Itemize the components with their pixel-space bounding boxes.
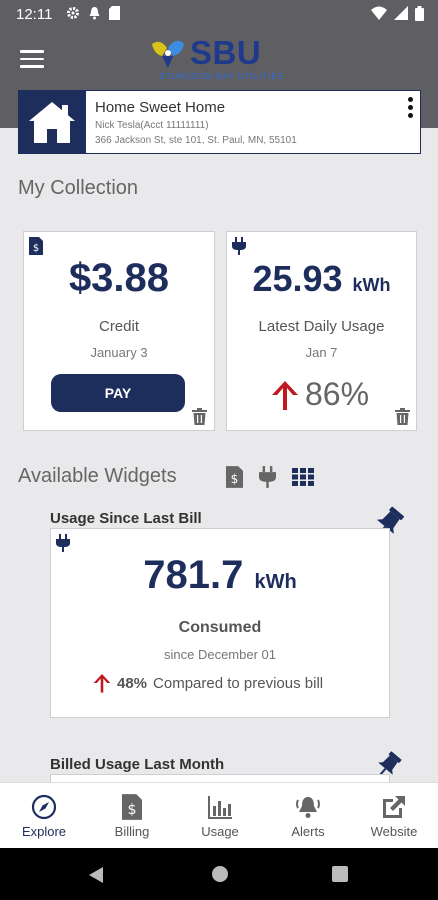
tab-billing-label: Billing: [114, 824, 150, 839]
compass-icon: [31, 794, 57, 820]
plug-icon: [232, 237, 246, 255]
home-icon: [29, 102, 75, 143]
grid-filter-icon[interactable]: [292, 468, 314, 486]
since-bill-unit: kWh: [254, 571, 297, 593]
svg-text:$: $: [127, 802, 136, 818]
settings-icon: [67, 7, 79, 19]
pay-button[interactable]: PAY: [51, 374, 185, 412]
trash-icon[interactable]: [192, 408, 207, 425]
bell-icon: [296, 797, 320, 818]
bottom-navigation: Explore $ Billing Usage Alerts Website: [0, 782, 438, 848]
tab-website[interactable]: Website: [350, 783, 438, 849]
tab-usage-label: Usage: [201, 824, 239, 839]
usage-date: Jan 7: [305, 345, 338, 360]
since-bill-since: since December 01: [164, 647, 276, 662]
trash-icon[interactable]: [395, 408, 410, 425]
plug-icon: [56, 534, 70, 552]
bill-icon: $: [122, 794, 142, 820]
svg-text:$: $: [33, 243, 39, 254]
svg-text:$: $: [231, 472, 239, 486]
tab-explore-label: Explore: [21, 824, 67, 839]
since-bill-label: Consumed: [178, 619, 262, 636]
battery-icon: [415, 6, 424, 21]
credit-amount: $3.88: [68, 256, 170, 300]
daily-usage-widget[interactable]: 25.93 kWh Latest Daily Usage Jan 7 86%: [226, 231, 417, 431]
signal-icon: [394, 6, 408, 20]
status-right-icons: [371, 6, 424, 21]
status-left-icons: [66, 6, 120, 20]
credit-widget[interactable]: $ $3.88 Credit January 3 PAY: [23, 231, 215, 431]
widget-filter-bar: $: [226, 466, 314, 488]
last-month-title: Billed Usage Last Month: [50, 756, 225, 773]
account-address: 366 Jackson St, ste 101, St. Paul, MN, 5…: [95, 135, 297, 146]
since-bill-widget[interactable]: 781.7 kWh Consumed since December 01 48%…: [50, 528, 390, 718]
status-time: 12:11: [16, 6, 53, 23]
sbu-logo: SBU STURGEON BAY UTILITIES: [150, 34, 290, 84]
since-bill-compare: 48% Compared to previous bill: [93, 673, 323, 693]
bar-chart-icon: [208, 796, 232, 819]
usage-unit: kWh: [352, 275, 391, 295]
since-bill-compare-pct: 48%: [117, 674, 148, 692]
recents-icon[interactable]: [332, 866, 348, 882]
collection-title: My Collection: [18, 177, 139, 199]
usage-filter-icon[interactable]: [259, 466, 276, 488]
tab-usage[interactable]: Usage: [176, 783, 264, 849]
account-name: Home Sweet Home: [95, 99, 226, 116]
home-nav-icon[interactable]: [211, 865, 229, 883]
since-bill-title: Usage Since Last Bill: [50, 510, 202, 527]
logo-subtitle: STURGEON BAY UTILITIES: [159, 72, 284, 81]
tab-alerts[interactable]: Alerts: [264, 783, 352, 849]
bill-icon: $: [29, 237, 43, 255]
usage-change: 86%: [271, 376, 369, 413]
tab-alerts-label: Alerts: [291, 824, 325, 839]
status-bar: 12:11: [0, 0, 438, 28]
menu-icon[interactable]: [20, 50, 44, 68]
notification-bell-icon: [89, 7, 100, 20]
credit-date: January 3: [90, 345, 148, 360]
logo-text: SBU: [190, 34, 262, 71]
tab-explore[interactable]: Explore: [0, 783, 88, 849]
logo-mark-icon: [152, 40, 184, 68]
usage-value: 25.93: [252, 258, 343, 299]
tab-website-label: Website: [370, 824, 418, 839]
since-bill-compare-text: Compared to previous bill: [153, 674, 324, 692]
system-navigation-bar: [0, 848, 438, 900]
sd-card-icon: [109, 6, 120, 20]
widgets-title: Available Widgets: [18, 465, 177, 487]
back-icon[interactable]: [88, 866, 104, 884]
since-bill-value-row: 781.7 kWh: [51, 553, 389, 598]
tab-billing[interactable]: $ Billing: [88, 783, 176, 849]
more-options-icon[interactable]: [408, 97, 414, 121]
account-holder: Nick Tesla(Acct 11111111): [95, 120, 209, 131]
usage-value-row: 25.93 kWh: [227, 258, 416, 300]
up-arrow-icon: [93, 674, 111, 693]
since-bill-value: 781.7: [143, 553, 244, 597]
account-card[interactable]: Home Sweet Home Nick Tesla(Acct 11111111…: [18, 90, 421, 154]
external-link-icon: [383, 796, 405, 818]
usage-change-percent: 86%: [305, 376, 370, 412]
wifi-icon: [371, 6, 387, 20]
up-arrow-icon: [272, 380, 298, 410]
usage-label: Latest Daily Usage: [258, 318, 385, 335]
credit-label: Credit: [98, 318, 139, 335]
home-icon-tile: [19, 91, 86, 153]
billing-filter-icon[interactable]: $: [226, 466, 243, 488]
